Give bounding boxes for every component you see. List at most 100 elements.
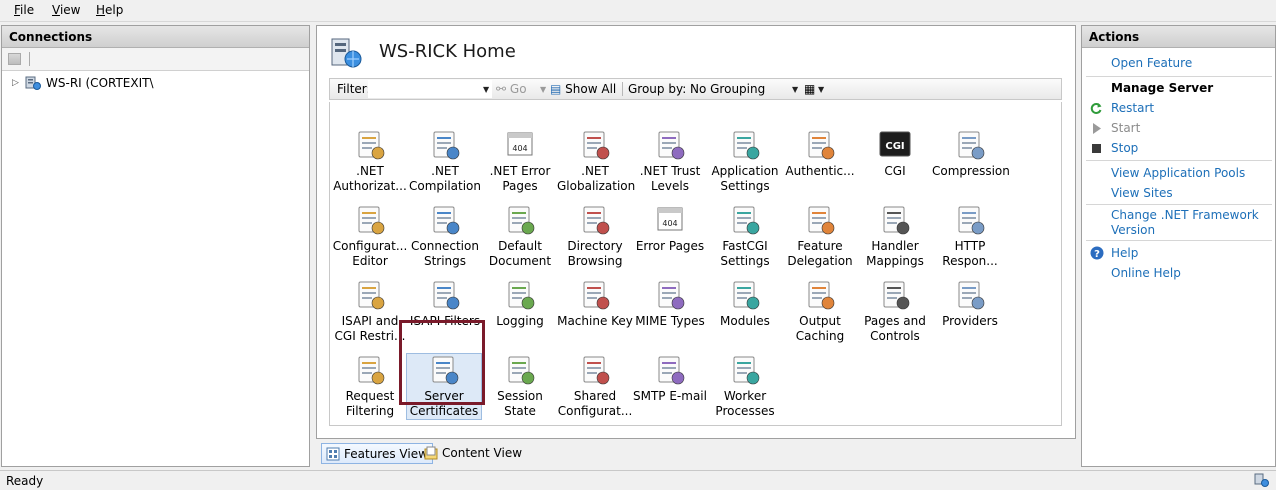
isapi-cgi-restrictions-icon	[358, 281, 385, 310]
online-help-link[interactable]: Online Help	[1111, 266, 1181, 281]
feature-net-trust-levels[interactable]: .NET Trust Levels	[632, 129, 708, 194]
feature-worker-processes[interactable]: Worker Processes	[707, 354, 783, 419]
start-link[interactable]: Start	[1111, 121, 1140, 136]
feature-isapi-filters[interactable]: ISAPI Filters	[407, 279, 483, 329]
feature-pages-controls[interactable]: Pages and Controls	[857, 279, 933, 344]
feature-label: Providers	[942, 314, 998, 328]
tab-features-view[interactable]: Features View	[321, 443, 433, 464]
feature-fastcgi-settings[interactable]: FastCGI Settings	[707, 204, 783, 269]
feature-smtp-email[interactable]: SMTP E-mail	[632, 354, 708, 404]
feature-label: MIME Types	[635, 314, 705, 328]
feature-label: .NET Error Pages	[489, 164, 551, 193]
stop-icon	[1092, 144, 1101, 153]
feature-label: Pages and Controls	[864, 314, 926, 343]
feature-label: .NET Compilation	[408, 164, 482, 193]
help-link[interactable]: Help	[1111, 246, 1138, 261]
smtp-email-icon	[658, 356, 685, 385]
view-application-pools-link[interactable]: View Application Pools	[1111, 166, 1245, 181]
feature-label: HTTP Respon...	[942, 239, 998, 268]
feature-logging[interactable]: Logging	[482, 279, 558, 329]
actions-panel: Actions Open Feature Manage Server Resta…	[1081, 25, 1276, 467]
feature-label: Connection Strings	[411, 239, 479, 268]
application-settings-icon	[733, 131, 760, 160]
feature-error-pages[interactable]: 404 Error Pages	[632, 204, 708, 254]
filter-bar: Filter: ▼ ⚯ Go ▼ ▤ Show All Group by: No…	[329, 78, 1062, 100]
feature-label: Authentic...	[785, 164, 855, 178]
feature-mime-types[interactable]: MIME Types	[632, 279, 708, 329]
feature-machine-key[interactable]: Machine Key	[557, 279, 633, 329]
feature-label: Logging	[496, 314, 544, 328]
feature-authentication[interactable]: Authentic...	[782, 129, 858, 179]
feature-net-compilation[interactable]: .NET Compilation	[407, 129, 483, 194]
net-globalization-icon	[583, 131, 610, 160]
modules-icon	[733, 281, 760, 310]
feature-session-state[interactable]: Session State	[482, 354, 558, 419]
group-by-select[interactable]: No Grouping	[690, 82, 765, 96]
feature-request-filtering[interactable]: Request Filtering	[332, 354, 408, 419]
view-mode-dropdown-icon: ▼	[818, 85, 825, 94]
open-feature-link[interactable]: Open Feature	[1111, 56, 1192, 71]
filter-dropdown-icon[interactable]: ▼	[483, 85, 489, 94]
change-net-framework-link[interactable]: Change .NET Framework Version	[1111, 208, 1259, 238]
group-by-dropdown-icon[interactable]: ▼	[792, 85, 798, 94]
feature-application-settings[interactable]: Application Settings	[707, 129, 783, 194]
view-mode-button[interactable]: ▦ ▼	[804, 82, 824, 96]
feature-directory-browsing[interactable]: Directory Browsing	[557, 204, 633, 269]
filter-label: Filter:	[337, 82, 371, 96]
menu-view[interactable]: View	[52, 3, 80, 17]
feature-shared-configuration[interactable]: Shared Configurat...	[557, 354, 633, 419]
feature-server-certificates[interactable]: Server Certificates	[406, 353, 482, 420]
feature-output-caching[interactable]: Output Caching	[782, 279, 858, 344]
feature-providers[interactable]: Providers	[932, 279, 1008, 329]
worker-processes-icon	[733, 356, 760, 385]
create-connection-icon[interactable]	[8, 53, 21, 65]
feature-configuration-editor[interactable]: Configurat... Editor	[332, 204, 408, 269]
show-all-icon: ▤	[550, 82, 562, 96]
feature-default-document[interactable]: Default Document	[482, 204, 558, 269]
connections-title: Connections	[2, 26, 309, 48]
restart-link[interactable]: Restart	[1111, 101, 1154, 116]
feature-label: Server Certificates	[409, 389, 479, 418]
feature-net-globalization[interactable]: .NET Globalization	[557, 129, 635, 194]
go-dropdown-icon[interactable]: ▼	[540, 85, 546, 94]
feature-feature-delegation[interactable]: Feature Delegation	[782, 204, 858, 269]
binoculars-icon: ⚯	[496, 82, 507, 96]
group-by-label: Group by:	[628, 82, 687, 96]
tree-expander-icon[interactable]: ▷	[12, 78, 19, 88]
authentication-icon	[808, 131, 835, 160]
svg-text:CGI: CGI	[885, 141, 904, 152]
feature-label: FastCGI Settings	[720, 239, 770, 268]
feature-net-authorization[interactable]: .NET Authorizat...	[332, 129, 408, 194]
actions-separator	[1086, 204, 1272, 205]
feature-net-error-pages[interactable]: 404 .NET Error Pages	[482, 129, 558, 194]
menu-help[interactable]: Help	[96, 3, 123, 17]
menu-file[interactable]: File	[14, 3, 34, 17]
feature-compression[interactable]: Compression	[932, 129, 1010, 179]
net-trust-levels-icon	[658, 131, 685, 160]
features-grid: .NET Authorizat... .NET Compilation 404 .NE…	[329, 102, 1062, 426]
feature-cgi[interactable]: CGI CGI	[857, 129, 933, 179]
view-sites-link[interactable]: View Sites	[1111, 186, 1173, 201]
feature-label: Output Caching	[795, 314, 845, 343]
tab-content-view[interactable]: Content View	[420, 443, 526, 464]
page-title: WS-RICK Home	[379, 41, 516, 62]
go-button[interactable]: ⚯ Go	[496, 82, 527, 96]
feature-isapi-cgi-restrictions[interactable]: ISAPI and CGI Restri...	[332, 279, 408, 344]
feature-label: .NET Authorizat...	[333, 164, 407, 193]
filter-input[interactable]	[368, 80, 492, 98]
actions-separator	[1086, 240, 1272, 241]
actions-title: Actions	[1082, 26, 1275, 48]
feature-http-response[interactable]: HTTP Respon...	[932, 204, 1008, 269]
feature-label: SMTP E-mail	[633, 389, 707, 403]
feature-modules[interactable]: Modules	[707, 279, 783, 329]
feature-label: CGI	[884, 164, 906, 178]
feature-connection-strings[interactable]: Connection Strings	[407, 204, 483, 269]
show-all-button[interactable]: ▤ Show All	[550, 82, 616, 96]
session-state-icon	[508, 356, 535, 385]
feature-handler-mappings[interactable]: Handler Mappings	[857, 204, 933, 269]
feature-label: Modules	[720, 314, 770, 328]
handler-mappings-icon	[883, 206, 910, 235]
feature-label: ISAPI Filters	[409, 314, 481, 328]
stop-link[interactable]: Stop	[1111, 141, 1138, 156]
logging-icon	[508, 281, 535, 310]
